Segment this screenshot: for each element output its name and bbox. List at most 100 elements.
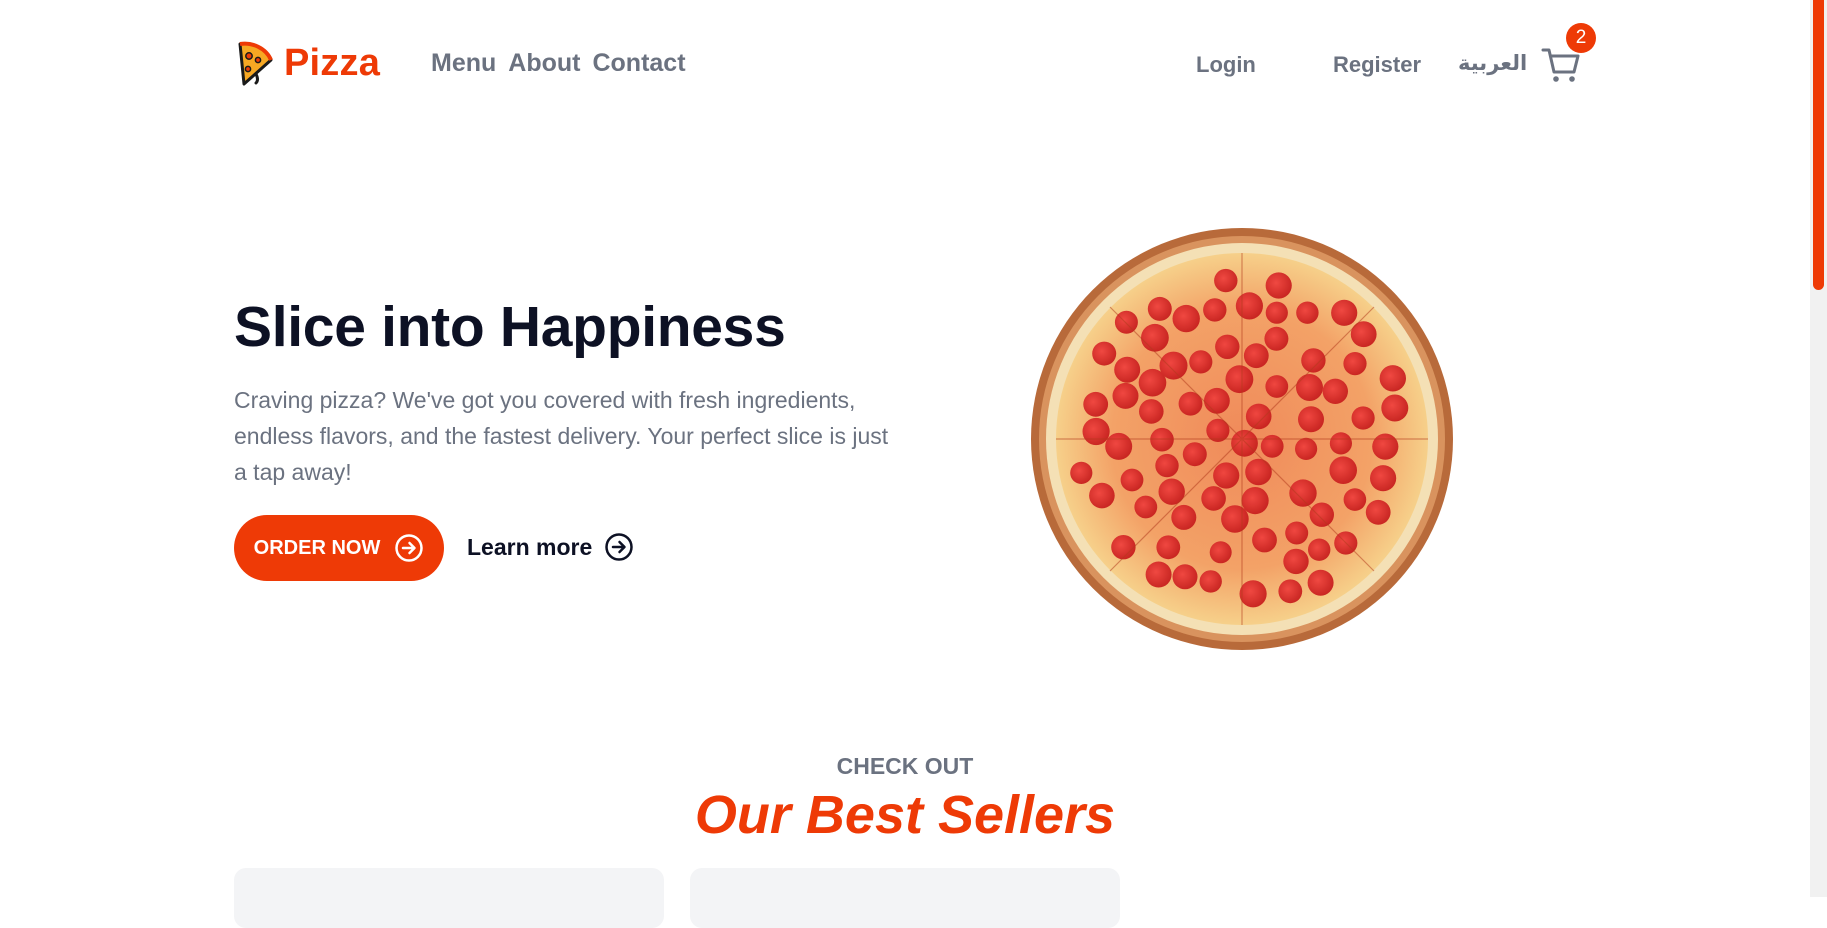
pepperoni-slice — [1331, 299, 1358, 326]
pepperoni-slice — [1105, 432, 1133, 460]
pepperoni-slice — [1309, 502, 1334, 527]
pepperoni-slice — [1221, 505, 1249, 533]
order-now-button[interactable]: ORDER NOW — [234, 515, 444, 581]
section-title: Our Best Sellers — [694, 785, 1116, 845]
nav-item-menu[interactable]: Menu — [431, 49, 496, 78]
pepperoni-slice — [1295, 437, 1318, 460]
pizza-slice-icon — [238, 41, 273, 86]
pepperoni-slice — [1204, 387, 1230, 414]
product-card[interactable] — [690, 868, 1120, 928]
login-link[interactable]: Login — [1196, 52, 1256, 78]
pepperoni-slice — [1351, 406, 1375, 430]
pepperoni-slice — [1114, 310, 1138, 334]
pepperoni-slice — [1370, 465, 1397, 492]
learn-more-label: Learn more — [467, 533, 593, 560]
pepperoni-slice — [1260, 434, 1284, 458]
pepperoni-slice — [1213, 462, 1240, 489]
pepperoni-slice — [1243, 343, 1269, 369]
pepperoni-slice — [1203, 298, 1227, 322]
pepperoni-slice — [1145, 561, 1172, 588]
language-switch[interactable]: العربية — [1458, 51, 1527, 76]
pepperoni-slice — [1156, 535, 1181, 560]
pepperoni-slice — [1308, 538, 1331, 561]
pepperoni-slice — [1301, 348, 1326, 373]
main-nav: Menu About Contact — [431, 49, 686, 78]
pepperoni-slice — [1329, 432, 1352, 455]
register-link[interactable]: Register — [1333, 52, 1421, 78]
pepperoni-slice — [1171, 504, 1197, 530]
scrollbar-thumb[interactable] — [1813, 0, 1824, 290]
pepperoni-slice — [1201, 486, 1226, 511]
pepperoni-slice — [1225, 365, 1254, 394]
section-kicker: CHECK OUT — [836, 753, 974, 779]
pepperoni-slice — [1350, 321, 1377, 348]
pepperoni-slice — [1235, 292, 1263, 320]
arrow-right-circle-icon — [395, 534, 424, 562]
pepperoni-slice — [1283, 548, 1309, 575]
nav-item-contact[interactable]: Contact — [592, 49, 685, 78]
pepperoni-slice — [1141, 323, 1169, 352]
pepperoni-slice — [1372, 433, 1399, 460]
pepperoni-slice — [1112, 382, 1139, 409]
pepperoni-slice — [1296, 374, 1323, 401]
pepperoni-slice — [1189, 350, 1213, 374]
pepperoni-slice — [1139, 399, 1164, 424]
pepperoni-slice — [1092, 341, 1117, 366]
pepperoni-slice — [1241, 487, 1269, 515]
pepperoni-slice — [1070, 461, 1093, 484]
brand-name: Pizza — [284, 41, 381, 84]
pepperoni-slice — [1214, 268, 1238, 293]
order-now-label: ORDER NOW — [253, 536, 381, 559]
pepperoni-slice — [1239, 580, 1267, 608]
pepperoni-slice — [1155, 453, 1179, 478]
pepperoni-slice — [1215, 334, 1240, 359]
pepperoni-slice — [1159, 351, 1188, 380]
pepperoni-slice — [1343, 352, 1367, 376]
pepperoni-slice — [1252, 527, 1277, 553]
pepperoni-slice — [1278, 579, 1303, 604]
pepperoni-slice — [1245, 403, 1272, 430]
nav-item-about[interactable]: About — [508, 49, 580, 78]
pepperoni-slice — [1296, 301, 1319, 324]
pepperoni-slice — [1134, 495, 1158, 519]
pepperoni-slice — [1365, 499, 1391, 525]
product-card[interactable] — [234, 868, 664, 928]
pepperoni-slice — [1120, 468, 1144, 492]
pepperoni-slice — [1298, 406, 1324, 433]
pepperoni-slice — [1285, 521, 1309, 545]
landing-page: Pizza Menu About Contact Login Register … — [0, 0, 1810, 928]
brand-logo[interactable]: Pizza — [234, 40, 380, 86]
pepperoni-slice — [1381, 394, 1409, 422]
hero-title: Slice into Happiness — [234, 295, 786, 359]
pepperoni-slice — [1209, 541, 1232, 564]
arrow-right-circle-icon — [605, 533, 634, 561]
pepperoni-slice — [1082, 417, 1110, 446]
pepperoni-slice — [1182, 442, 1207, 467]
pepperoni-slice — [1199, 570, 1222, 593]
pepperoni-slice — [1289, 479, 1317, 507]
pepperoni-slice — [1111, 535, 1136, 560]
pepperoni-slice — [1329, 456, 1357, 484]
pepperoni-slice — [1264, 326, 1289, 351]
pepperoni-slice — [1150, 427, 1174, 452]
pepperoni-pizza-image — [1031, 228, 1453, 650]
pepperoni-slice — [1265, 301, 1288, 324]
pepperoni-slice — [1114, 356, 1141, 383]
pepperoni-slice — [1172, 304, 1200, 333]
pepperoni-slice — [1379, 365, 1406, 392]
pepperoni-slice — [1158, 478, 1185, 505]
hero-description: Craving pizza? We've got you covered wit… — [234, 387, 889, 485]
pepperoni-slice — [1343, 488, 1367, 511]
pepperoni-slice — [1245, 458, 1272, 486]
pepperoni-slice — [1231, 429, 1258, 457]
pepperoni-slice — [1172, 564, 1198, 590]
learn-more-link[interactable]: Learn more — [467, 532, 634, 562]
pepperoni-slice — [1265, 272, 1292, 299]
pepperoni-slice — [1307, 569, 1334, 596]
pepperoni-slice — [1083, 391, 1109, 417]
pepperoni-slice — [1147, 296, 1172, 321]
pepperoni-slice — [1265, 375, 1289, 398]
cart-count-badge: 2 — [1566, 23, 1596, 53]
pepperoni-slice — [1089, 482, 1115, 509]
page-scrollbar[interactable] — [1810, 0, 1827, 897]
